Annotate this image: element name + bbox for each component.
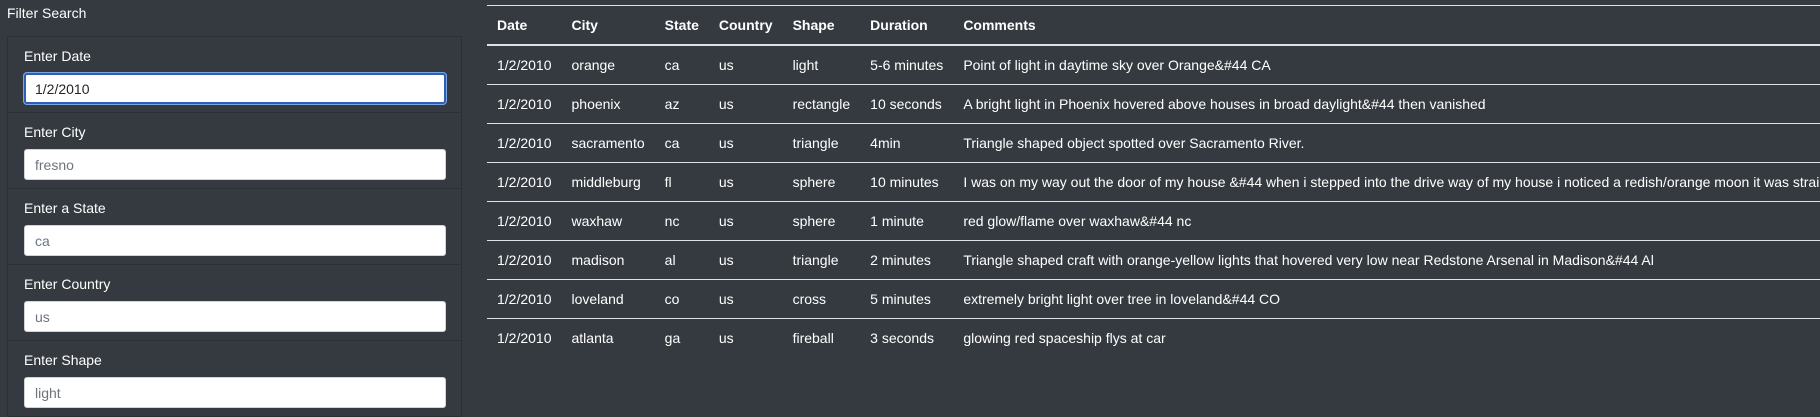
cell-shape: triangle	[782, 240, 861, 280]
cell-date: 1/2/2010	[487, 279, 562, 319]
ufo-results-table: Date City State Country Shape Duration C…	[487, 5, 1820, 357]
cell-shape: sphere	[782, 162, 861, 202]
filter-item-date: Enter Date	[7, 36, 462, 113]
filter-item-country: Enter Country	[7, 264, 462, 341]
cell-state: nc	[654, 201, 709, 241]
cell-duration: 5 minutes	[860, 279, 954, 319]
table-row: 1/2/2010 middleburg fl us sphere 10 minutes I …	[487, 162, 1820, 202]
cell-state: az	[654, 84, 709, 124]
cell-shape: sphere	[782, 201, 861, 241]
cell-country: us	[718, 330, 734, 346]
cell-country: us	[708, 162, 783, 202]
header-shape: Shape	[782, 5, 861, 46]
table-row: 1/2/2010 atlanta ga us fireball 3 seconds glow…	[487, 319, 1820, 358]
cell-date: 1/2/2010	[487, 201, 562, 241]
cell-state: ga	[664, 330, 681, 346]
cell-country: us	[708, 45, 783, 85]
cell-shape: cross	[782, 279, 861, 319]
sidebar-title: Filter Search	[7, 5, 87, 21]
cell-comments: Point of light in daytime sky over Orang…	[953, 45, 1820, 85]
cell-comments: extremely bright light over tree in love…	[953, 279, 1820, 319]
cell-shape: light	[782, 45, 861, 85]
cell-city: madison	[561, 240, 655, 280]
cell-comments: I was on my way out the door of my house…	[953, 162, 1820, 202]
cell-comments: glowing red spaceship flys at car	[963, 330, 1166, 346]
country-label: Enter Country	[24, 276, 111, 292]
cell-date: 1/2/2010	[497, 330, 552, 346]
filter-item-city: Enter City	[7, 112, 462, 189]
cell-duration: 5-6 minutes	[860, 45, 954, 85]
table-row: 1/2/2010 loveland co us cross 5 minutes extrem…	[487, 279, 1820, 319]
header-duration: Duration	[860, 5, 954, 46]
cell-shape: rectangle	[782, 84, 861, 124]
cell-comments: Triangle shaped craft with orange-yellow…	[953, 240, 1820, 280]
cell-shape: fireball	[792, 330, 834, 346]
state-label: Enter a State	[24, 200, 106, 216]
cell-date: 1/2/2010	[487, 240, 562, 280]
header-comments: Comments	[953, 5, 1820, 46]
table-row: 1/2/2010 sacramento ca us triangle 4min Triang…	[487, 123, 1820, 163]
cell-city: atlanta	[571, 330, 614, 346]
city-input[interactable]	[24, 149, 446, 180]
cell-date: 1/2/2010	[487, 84, 562, 124]
date-input[interactable]	[24, 73, 446, 104]
table-row: 1/2/2010 orange ca us light 5-6 minutes Point …	[487, 45, 1820, 85]
cell-country: us	[708, 240, 783, 280]
filter-sidebar: Filter Search Enter Date Enter City Ente…	[0, 0, 462, 417]
cell-city: middleburg	[561, 162, 655, 202]
filter-list: Enter Date Enter City Enter a State Ente…	[7, 36, 462, 417]
date-label: Enter Date	[24, 48, 91, 64]
header-city: City	[561, 5, 655, 46]
filter-item-state: Enter a State	[7, 188, 462, 265]
cell-duration: 3 seconds	[870, 330, 934, 346]
state-input[interactable]	[24, 225, 446, 256]
shape-input[interactable]	[24, 377, 446, 408]
header-state: State	[654, 5, 709, 46]
cell-duration: 1 minute	[860, 201, 954, 241]
cell-state: fl	[654, 162, 709, 202]
cell-shape: triangle	[782, 123, 861, 163]
table-body: 1/2/2010 orange ca us light 5-6 minutes Point …	[487, 45, 1820, 357]
cell-country: us	[708, 279, 783, 319]
cell-comments: red glow/flame over waxhaw&#44 nc	[953, 201, 1820, 241]
cell-date: 1/2/2010	[487, 45, 562, 85]
shape-label: Enter Shape	[24, 352, 102, 368]
filter-item-shape: Enter Shape	[7, 340, 462, 417]
cell-city: sacramento	[561, 123, 655, 163]
table-header: Date City State Country Shape Duration C…	[487, 5, 1820, 46]
table-row: 1/2/2010 madison al us triangle 2 minutes Tria…	[487, 240, 1820, 280]
cell-duration: 4min	[860, 123, 954, 163]
cell-city: orange	[561, 45, 655, 85]
app: Filter Search Enter Date Enter City Ente…	[0, 0, 1820, 417]
cell-country: us	[708, 201, 783, 241]
table-row: 1/2/2010 phoenix az us rectangle 10 seconds A …	[487, 84, 1820, 124]
cell-country: us	[708, 123, 783, 163]
cell-date: 1/2/2010	[487, 123, 562, 163]
cell-comments: A bright light in Phoenix hovered above …	[953, 84, 1820, 124]
header-row: Date City State Country Shape Duration C…	[487, 5, 1820, 46]
header-date: Date	[487, 5, 562, 46]
cell-city: phoenix	[561, 84, 655, 124]
cell-state: ca	[654, 123, 709, 163]
cell-comments: Triangle shaped object spotted over Sacr…	[953, 123, 1820, 163]
cell-state: co	[654, 279, 709, 319]
cell-city: loveland	[561, 279, 655, 319]
cell-duration: 10 minutes	[860, 162, 954, 202]
cell-state: ca	[654, 45, 709, 85]
cell-state: al	[654, 240, 709, 280]
cell-country: us	[708, 84, 783, 124]
header-country: Country	[708, 5, 783, 46]
table-row: 1/2/2010 waxhaw nc us sphere 1 minute red glow…	[487, 201, 1820, 241]
cell-date: 1/2/2010	[487, 162, 562, 202]
cell-duration: 10 seconds	[860, 84, 954, 124]
country-input[interactable]	[24, 301, 446, 332]
cell-city: waxhaw	[561, 201, 655, 241]
city-label: Enter City	[24, 124, 86, 140]
results-table-container: Date City State Country Shape Duration C…	[487, 5, 1820, 357]
cell-duration: 2 minutes	[860, 240, 954, 280]
